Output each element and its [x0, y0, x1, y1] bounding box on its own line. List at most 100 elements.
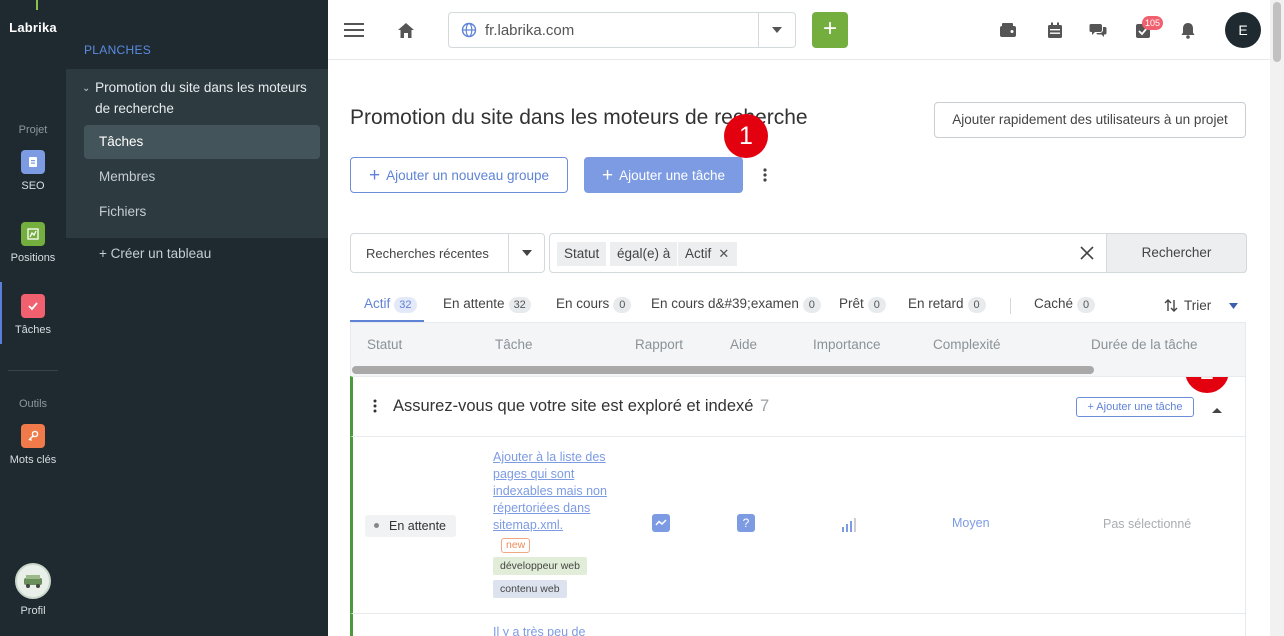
- rail-item-tasks[interactable]: Tâches: [0, 282, 66, 344]
- table-horizontal-scrollbar[interactable]: [352, 366, 1094, 374]
- task-title-link[interactable]: Il y a très peu de: [493, 624, 611, 636]
- tasks-icon: [21, 294, 45, 318]
- profile-avatar: [15, 563, 51, 599]
- tab-label: En cours d&#39;examen: [651, 296, 799, 311]
- sidebar-item-tasks[interactable]: Tâches: [84, 125, 320, 159]
- sidebar-item-files[interactable]: Fichiers: [84, 195, 320, 229]
- duration-value[interactable]: Pas sélectionné: [1103, 517, 1191, 531]
- tab-late[interactable]: En retard 0: [908, 296, 986, 313]
- calendar-icon[interactable]: [1045, 20, 1065, 40]
- chat-icon[interactable]: [1088, 20, 1108, 40]
- rail-section-project: Projet: [18, 124, 48, 136]
- key-icon: [21, 424, 45, 448]
- tab-divider: [1010, 298, 1011, 314]
- rail-item-seo[interactable]: SEO: [0, 150, 66, 192]
- group-options-icon[interactable]: [373, 399, 377, 413]
- tab-active[interactable]: Actif 32: [364, 296, 417, 313]
- recent-searches-select[interactable]: Recherches récentes: [350, 233, 545, 273]
- group-title-text: Assurez-vous que votre site est exploré …: [393, 397, 754, 415]
- domain-selector[interactable]: fr.labrika.com: [448, 12, 796, 48]
- help-icon[interactable]: ?: [737, 514, 755, 532]
- tab-in-review[interactable]: En cours d&#39;examen 0: [651, 296, 821, 313]
- add-project-button[interactable]: +: [812, 12, 848, 48]
- column-report[interactable]: Rapport: [635, 337, 683, 352]
- column-complexity[interactable]: Complexité: [933, 337, 1001, 352]
- new-badge: new: [501, 538, 531, 553]
- column-help[interactable]: Aide: [730, 337, 757, 352]
- search-button[interactable]: Rechercher: [1106, 233, 1247, 273]
- sidebar-board-title[interactable]: ⌄ Promotion du site dans les moteurs de …: [82, 77, 322, 119]
- tab-label: En attente: [443, 296, 505, 311]
- caret-down-icon[interactable]: [758, 13, 795, 47]
- plus-icon: +: [369, 165, 381, 186]
- page-scrollbar-thumb[interactable]: [1273, 2, 1281, 62]
- tab-label: Caché: [1034, 296, 1074, 311]
- collapse-up-icon[interactable]: [1211, 401, 1223, 413]
- status-dot-icon: [374, 523, 379, 529]
- filter-chip-value-text: Actif: [685, 246, 712, 261]
- task-title-link[interactable]: Ajouter à la liste des pages qui sont in…: [493, 449, 611, 553]
- status-badge[interactable]: En attente: [365, 515, 456, 537]
- recent-searches-label: Recherches récentes: [366, 245, 489, 261]
- rail-item-positions[interactable]: Positions: [0, 222, 66, 264]
- filter-chip-field[interactable]: Statut: [557, 242, 607, 266]
- column-status[interactable]: Statut: [367, 337, 402, 352]
- chip-close-icon[interactable]: ✕: [718, 242, 729, 266]
- task-group-header: Assurez-vous que votre site est exploré …: [350, 376, 1246, 437]
- column-task[interactable]: Tâche: [495, 337, 533, 352]
- sort-control[interactable]: Trier: [1164, 298, 1239, 313]
- clear-filter-icon[interactable]: [1078, 244, 1096, 262]
- rail-item-keywords-label: Mots clés: [9, 454, 57, 466]
- menu-icon[interactable]: [344, 20, 364, 40]
- rail-item-positions-label: Positions: [10, 252, 56, 264]
- group-add-task-button[interactable]: + Ajouter une tâche: [1076, 397, 1194, 417]
- complexity-value[interactable]: Moyen: [952, 516, 990, 530]
- report-chart-icon[interactable]: [652, 514, 670, 532]
- quick-add-users-button[interactable]: Ajouter rapidement des utilisateurs à un…: [934, 102, 1246, 138]
- rail-divider: [8, 370, 58, 371]
- rail-section-tools: Outils: [18, 398, 48, 410]
- app-logo[interactable]: Labrika: [0, 20, 66, 35]
- page-scrollbar[interactable]: [1270, 0, 1284, 636]
- group-title: Assurez-vous que votre site est exploré …: [393, 397, 769, 416]
- more-options-icon[interactable]: [758, 164, 772, 186]
- rail-item-keywords[interactable]: Mots clés: [0, 424, 66, 466]
- tab-in-progress[interactable]: En cours 0: [556, 296, 632, 313]
- add-task-button[interactable]: + Ajouter une tâche: [584, 157, 743, 193]
- add-task-label: Ajouter une tâche: [619, 168, 725, 183]
- column-duration[interactable]: Durée de la tâche: [1091, 337, 1198, 352]
- tab-ready[interactable]: Prêt 0: [839, 296, 886, 313]
- logo-accent: [36, 0, 38, 10]
- tab-label: Actif: [364, 296, 391, 311]
- bell-icon[interactable]: [1178, 20, 1198, 40]
- wallet-icon[interactable]: [998, 20, 1018, 40]
- domain-value: fr.labrika.com: [485, 21, 575, 39]
- tab-label: En cours: [556, 296, 610, 311]
- label-chip-developer[interactable]: développeur web: [493, 557, 587, 575]
- user-avatar[interactable]: E: [1225, 12, 1261, 48]
- task-title-text: Ajouter à la liste des pages qui sont in…: [493, 450, 607, 532]
- app-rail: Labrika Projet SEO Positions Tâches Outi…: [0, 0, 66, 636]
- column-importance[interactable]: Importance: [813, 337, 881, 352]
- rail-item-tasks-label: Tâches: [14, 324, 52, 336]
- home-icon[interactable]: [396, 20, 416, 40]
- seo-icon: [21, 150, 45, 174]
- status-text: En attente: [389, 519, 446, 533]
- filter-input[interactable]: Statut égal(e) à Actif ✕ Rechercher: [549, 233, 1247, 273]
- rail-item-profile[interactable]: Profil: [0, 563, 66, 617]
- tab-count: 0: [967, 297, 986, 313]
- tab-hidden[interactable]: Caché 0: [1034, 296, 1096, 313]
- boards-sidebar: PLANCHES ⌄ Promotion du site dans les mo…: [66, 0, 328, 636]
- sidebar-item-members[interactable]: Membres: [84, 160, 320, 194]
- label-chip-content[interactable]: contenu web: [493, 580, 567, 598]
- add-group-button[interactable]: + Ajouter un nouveau groupe: [350, 157, 568, 193]
- tab-count: 0: [1077, 297, 1096, 313]
- caret-down-icon[interactable]: [508, 234, 544, 272]
- tab-label: Prêt: [839, 296, 864, 311]
- filter-chip-operator[interactable]: égal(e) à: [610, 242, 678, 266]
- sort-icon: [1164, 299, 1178, 312]
- tab-count: 0: [867, 297, 886, 313]
- tab-pending[interactable]: En attente 32: [443, 296, 531, 313]
- create-board-link[interactable]: + Créer un tableau: [99, 246, 211, 261]
- filter-chip-value[interactable]: Actif ✕: [678, 242, 738, 266]
